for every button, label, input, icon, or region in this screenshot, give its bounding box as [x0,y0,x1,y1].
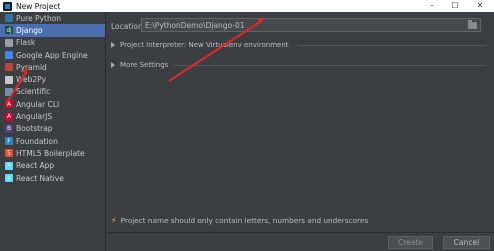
more-settings-section[interactable]: More Settings [111,61,491,69]
cancel-button[interactable]: Cancel [443,236,490,249]
project-settings-panel: Location: E:\PythonDemo\Django-01 Projec… [107,12,494,251]
sidebar-item-label: Scientific [16,87,51,97]
sidebar-item-pyramid[interactable]: Pyramid [0,61,105,73]
sidebar-item-google-app-engine[interactable]: Google App Engine [0,49,105,61]
web2py-icon [5,75,13,84]
sidebar-item-flask[interactable]: Flask [0,37,105,49]
maximize-button[interactable]: ☐ [444,0,466,12]
location-value: E:\PythonDemo\Django-01 [145,20,245,30]
pyramid-icon [5,63,13,72]
pycharm-icon [3,1,12,11]
expand-triangle-icon[interactable] [111,42,115,48]
sidebar-item-html5-boilerplate[interactable]: 5 HTML5 Boilerplate [0,147,105,159]
validation-hint: ⚡ Project name should only contain lette… [111,216,368,225]
sidebar-item-foundation[interactable]: F Foundation [0,135,105,147]
sidebar-item-label: Flask [16,38,36,48]
django-icon: dj [5,26,13,35]
sidebar-item-label: React Native [16,173,64,183]
sidebar-item-label: Pyramid [16,62,47,72]
sidebar-item-label: Foundation [16,136,58,146]
sidebar-item-angularjs[interactable]: A AngularJS [0,110,105,122]
sidebar-item-label: React App [16,161,55,171]
sidebar-item-web2py[interactable]: Web2Py [0,73,105,85]
sidebar-item-label: Pure Python [16,13,62,23]
sidebar-item-label: AngularJS [16,112,53,122]
title-bar: New Project – ☐ ✕ [0,0,494,12]
react-icon: ⚛ [5,161,13,170]
minimize-button[interactable]: – [421,0,443,12]
expand-triangle-icon[interactable] [111,62,115,68]
bootstrap-icon: B [5,124,13,133]
sidebar-item-react-native[interactable]: ⚛ React Native [0,172,105,184]
section-divider [297,45,487,46]
project-interpreter-section[interactable]: Project Interpreter: New Virtualenv envi… [111,41,491,49]
sidebar-item-pure-python[interactable]: Pure Python [0,12,105,24]
lightning-icon: ⚡ [111,216,117,225]
dialog-button-bar: Create Cancel [107,232,494,251]
sidebar-item-label: HTML5 Boilerplate [16,148,85,158]
flask-icon [5,38,13,47]
section-divider [175,65,487,66]
google-app-engine-icon [5,51,13,60]
window-title: New Project [16,1,61,11]
angularjs-icon: A [5,112,13,121]
more-settings-label: More Settings [120,61,169,69]
close-button[interactable]: ✕ [469,0,491,12]
sidebar-item-label: Google App Engine [16,50,88,60]
sidebar-item-django[interactable]: dj Django [0,24,105,37]
foundation-icon: F [5,137,13,146]
project-interpreter-label: Project Interpreter: New Virtualenv envi… [120,41,289,49]
python-icon [5,14,13,23]
location-field[interactable]: E:\PythonDemo\Django-01 [141,18,481,32]
sidebar-item-bootstrap[interactable]: B Bootstrap [0,123,105,135]
sidebar-item-label: Django [16,25,43,35]
create-button[interactable]: Create [388,236,433,249]
hint-text: Project name should only contain letters… [120,216,369,225]
sidebar-item-angular-cli[interactable]: A Angular CLI [0,98,105,110]
react-native-icon: ⚛ [5,174,13,182]
folder-browse-icon[interactable] [468,20,477,29]
sidebar-item-label: Bootstrap [16,124,53,134]
project-type-list: Pure Python dj Django Flask Google App Engin… [0,12,106,251]
sidebar-item-label: Angular CLI [16,99,60,109]
sidebar-item-react-app[interactable]: ⚛ React App [0,160,105,172]
html5-icon: 5 [5,149,13,158]
